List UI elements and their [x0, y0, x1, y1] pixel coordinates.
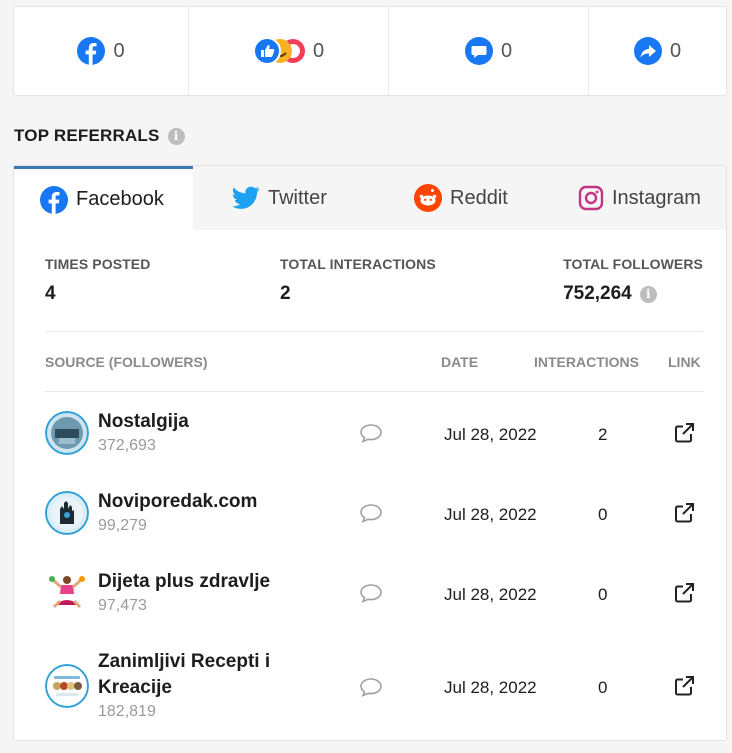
total-interactions-value: 2 — [280, 283, 291, 304]
metric-value: 752,264 i — [563, 283, 703, 305]
info-icon[interactable]: i — [639, 285, 657, 303]
facebook-icon — [40, 185, 68, 214]
metric-label: TOTAL FOLLOWERS — [563, 256, 703, 272]
reactions-count: 0 — [312, 39, 325, 62]
avatar — [45, 411, 89, 455]
source-followers: 97,473 — [98, 597, 147, 614]
comment-bubble-icon — [464, 37, 493, 65]
summary-metrics: TIMES POSTED 4 TOTAL INTERACTIONS 2 TOTA… — [45, 256, 703, 316]
table-row: Noviporedak.com 99,279 Jul 28, 2022 0 — [45, 489, 703, 549]
facebook-stat: 0 — [14, 7, 189, 95]
reactions-icon — [252, 37, 305, 65]
table-row: Nostalgija 372,693 Jul 28, 2022 2 — [45, 409, 703, 469]
comment-icon[interactable] — [359, 677, 383, 702]
column-header-date: DATE — [441, 354, 479, 370]
metric-value: 4 — [45, 283, 150, 305]
comment-icon[interactable] — [359, 583, 383, 608]
external-link-icon[interactable] — [672, 674, 696, 703]
tab-facebook[interactable]: Facebook — [14, 166, 193, 230]
section-title: TOP REFERRALS — [14, 126, 160, 145]
times-posted-value: 4 — [45, 283, 56, 304]
total-interactions: TOTAL INTERACTIONS 2 — [280, 256, 436, 305]
instagram-icon — [578, 185, 604, 211]
source-name[interactable]: Noviporedak.com — [98, 489, 338, 515]
source-name[interactable]: Zanimljivi Recepti i Kreacije — [98, 649, 338, 701]
metric-label: TIMES POSTED — [45, 256, 151, 272]
column-header-link: LINK — [668, 354, 701, 370]
platform-tabs: Facebook Twitter Reddit Instagram — [14, 166, 726, 230]
avatar — [45, 571, 89, 615]
avatar — [45, 491, 89, 535]
comments-count: 0 — [500, 39, 513, 62]
source-followers: 182,819 — [98, 703, 156, 720]
tab-reddit[interactable]: Reddit — [414, 166, 508, 230]
table-row: Dijeta plus zdravlje 97,473 Jul 28, 2022… — [45, 569, 703, 629]
total-followers-value: 752,264 — [563, 283, 632, 304]
reactions-stat: 0 — [189, 7, 389, 95]
row-date: Jul 28, 2022 — [444, 505, 537, 524]
tab-label: Reddit — [450, 186, 508, 209]
row-date: Jul 28, 2022 — [444, 425, 537, 444]
row-interactions: 0 — [598, 505, 608, 524]
shares-count: 0 — [669, 39, 682, 62]
tab-label: Instagram — [612, 186, 701, 209]
tab-twitter[interactable]: Twitter — [232, 166, 327, 230]
source-name[interactable]: Nostalgija — [98, 409, 338, 435]
top-referrals-panel: Facebook Twitter Reddit Instagram TIMES … — [13, 165, 727, 741]
tab-label: Facebook — [76, 188, 164, 210]
avatar — [45, 664, 89, 708]
share-arrow-icon — [633, 37, 662, 65]
divider — [45, 391, 703, 392]
tab-label: Twitter — [268, 186, 327, 209]
external-link-icon[interactable] — [672, 581, 696, 610]
times-posted: TIMES POSTED 4 — [45, 256, 150, 305]
external-link-icon[interactable] — [672, 421, 696, 450]
row-interactions: 0 — [598, 678, 608, 697]
row-date: Jul 28, 2022 — [444, 585, 537, 604]
facebook-icon — [77, 37, 106, 65]
tab-instagram[interactable]: Instagram — [578, 166, 701, 230]
section-header: TOP REFERRALS i — [14, 126, 185, 146]
source-followers: 99,279 — [98, 517, 147, 534]
external-link-icon[interactable] — [672, 501, 696, 530]
source-followers: 372,693 — [98, 437, 156, 454]
row-date: Jul 28, 2022 — [444, 678, 537, 697]
total-followers: TOTAL FOLLOWERS 752,264 i — [563, 256, 703, 305]
shares-stat: 0 — [589, 7, 726, 95]
column-header-interactions: INTERACTIONS — [534, 354, 639, 370]
row-interactions: 2 — [598, 425, 608, 444]
engagement-stats-card: 0 0 0 0 — [13, 6, 727, 96]
row-interactions: 0 — [598, 585, 608, 604]
comment-icon[interactable] — [359, 503, 383, 528]
source-name[interactable]: Dijeta plus zdravlje — [98, 569, 338, 595]
info-icon[interactable]: i — [167, 127, 185, 145]
comment-icon[interactable] — [359, 423, 383, 448]
comments-stat: 0 — [389, 7, 589, 95]
facebook-count: 0 — [113, 39, 125, 62]
twitter-icon — [232, 186, 260, 209]
metric-label: TOTAL INTERACTIONS — [280, 256, 436, 272]
divider — [45, 331, 703, 332]
table-row: Zanimljivi Recepti i Kreacije 182,819 Ju… — [45, 649, 703, 729]
column-header-source: SOURCE (FOLLOWERS) — [45, 354, 208, 370]
reddit-icon — [414, 184, 442, 212]
metric-value: 2 — [280, 283, 436, 305]
